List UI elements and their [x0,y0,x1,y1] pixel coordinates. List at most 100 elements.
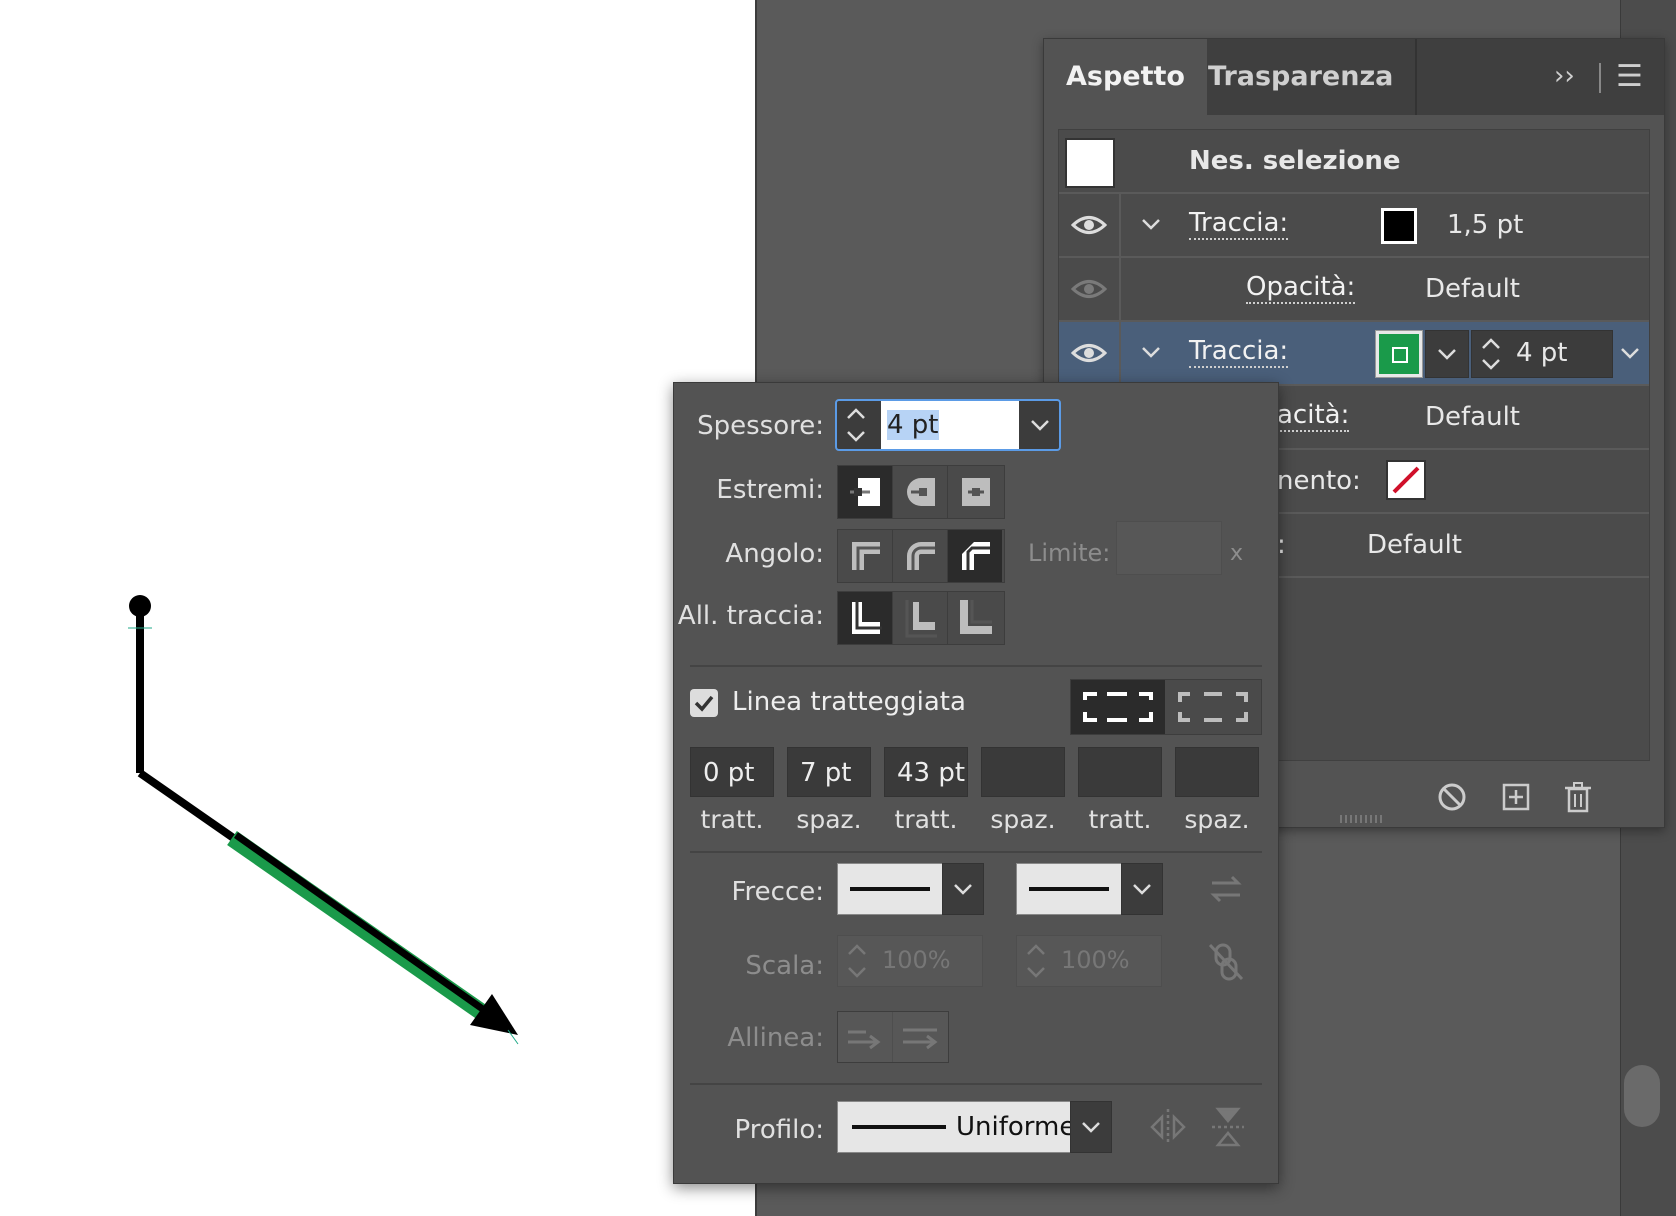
dashed-line-checkbox[interactable] [690,689,718,717]
weight-input[interactable]: 4 pt [881,401,1019,449]
arrow-tip-beyond-button[interactable] [838,1012,893,1062]
bevel-join-button[interactable] [948,530,1002,582]
dash-align-corners-icon [1178,692,1248,722]
dash-2-label: tratt. [894,805,958,834]
stroke-weight-stepper[interactable]: 4 pt [1471,330,1613,378]
flip-vertical-icon[interactable] [1208,1105,1248,1149]
align-inside-button[interactable] [893,592,948,644]
dash-preserve-icon [1083,692,1153,722]
opacity-value: Default [1425,274,1520,304]
round-cap-icon [907,478,935,506]
stroke-weight-input[interactable]: 4 pt [1516,338,1568,368]
dash-3-input[interactable] [1078,747,1162,797]
trash-icon[interactable] [1560,779,1596,815]
limit-label: Limite: [1028,539,1111,567]
end-scale-stepper[interactable]: 100% [1016,935,1162,987]
start-arrowhead-dropdown[interactable] [942,863,984,915]
round-cap-button[interactable] [893,466,948,518]
chevron-down-icon[interactable] [1023,405,1057,445]
resize-grip-icon[interactable] [1339,815,1387,823]
visibility-toggle[interactable] [1059,194,1121,256]
projecting-cap-button[interactable] [948,466,1002,518]
fill-none-swatch[interactable] [1386,460,1426,500]
dash-1-label: tratt. [700,805,764,834]
dash-alignment-group [1070,679,1262,735]
opacity-link[interactable]: acità: [1277,400,1350,432]
stroke-link[interactable]: Traccia: [1189,336,1289,368]
limit-input[interactable] [1116,521,1222,575]
butt-cap-button[interactable] [838,466,893,518]
align-center-button[interactable] [838,592,893,644]
chevron-down-icon[interactable] [1139,340,1163,364]
chevron-down-icon [1082,1122,1100,1133]
end-arrowhead-dropdown[interactable] [1121,863,1163,915]
align-center-icon [852,600,882,634]
weight-combo[interactable]: 4 pt [835,399,1061,451]
swatch-inner [1392,347,1408,363]
round-join-button[interactable] [893,530,948,582]
gap-2-label: spaz. [990,805,1056,834]
eye-icon[interactable] [1071,340,1107,366]
gap-2-input[interactable] [981,747,1065,797]
stroke-weight-value: 1,5 pt [1447,210,1524,240]
butt-cap-icon [850,478,880,506]
chevron-down-icon [954,884,972,895]
stroke-options-panel: Spessore: 4 pt Estremi: Angolo: Limite: [673,382,1279,1184]
profile-dropdown[interactable] [1070,1101,1112,1153]
stroke-color-swatch[interactable] [1375,330,1423,378]
bevel-join-icon [962,542,990,570]
align-arrows-label: Allinea: [727,1023,824,1053]
appearance-row-opacity-1[interactable]: Opacità: Default [1059,258,1649,322]
miter-join-button[interactable] [838,530,893,582]
gap-1-label: spaz. [796,805,862,834]
checkmark-icon [694,695,714,712]
clear-appearance-icon[interactable] [1434,779,1470,815]
collapse-panel-icon[interactable]: ›› [1554,61,1575,91]
end-arrowhead-select[interactable] [1016,863,1122,915]
align-stroke-button-group [837,591,1005,645]
align-arrows-group [837,1011,949,1063]
panel-tab-bar: Aspetto Trasparenza ›› ☰ [1044,39,1664,115]
opacity-value: Default [1425,402,1520,432]
flip-horizontal-icon[interactable] [1148,1105,1188,1149]
fill-label[interactable]: nento: [1277,466,1361,496]
eye-icon[interactable] [1071,212,1107,238]
appearance-row-stroke-1[interactable]: Traccia: 1,5 pt [1059,194,1649,258]
tab-aspetto[interactable]: Aspetto [1044,39,1207,115]
weight-dropdown[interactable] [1611,330,1649,376]
gap-1-input[interactable]: 7 pt [787,747,871,797]
stepper-arrows-icon[interactable] [1478,335,1504,373]
align-outside-button[interactable] [948,592,1002,644]
dash-align-corners-button[interactable] [1166,680,1260,734]
align-stroke-label: All. traccia: [677,601,824,631]
eye-icon[interactable] [1071,276,1107,302]
opacity-link[interactable]: Opacità: [1246,272,1356,304]
dash-1-input[interactable]: 0 pt [690,747,774,797]
swatch-dropdown[interactable] [1425,330,1469,378]
tab-trasparenza[interactable]: Trasparenza [1186,39,1418,115]
profile-select[interactable]: Uniforme [837,1101,1075,1153]
selection-row: Nes. selezione [1059,130,1649,194]
scrollbar-thumb[interactable] [1624,1065,1660,1127]
start-arrowhead-select[interactable] [837,863,943,915]
visibility-toggle[interactable] [1059,322,1121,384]
appearance-row-stroke-2[interactable]: Traccia: 4 pt [1059,322,1649,386]
panel-menu-icon[interactable]: ☰ [1616,59,1643,94]
gap-3-input[interactable] [1175,747,1259,797]
stroke-link[interactable]: Traccia: [1189,208,1289,240]
dash-2-input[interactable]: 43 pt [884,747,968,797]
swap-arrows-icon[interactable] [1206,869,1246,909]
stroke-color-swatch[interactable] [1381,208,1417,244]
dashed-line-label[interactable]: Linea tratteggiata [732,687,966,717]
visibility-toggle[interactable] [1059,258,1121,320]
dash-preserve-button[interactable] [1071,680,1165,734]
selection-label: Nes. selezione [1189,146,1401,176]
arrow-tip-at-end-button[interactable] [893,1012,947,1062]
duplicate-item-icon[interactable] [1498,779,1534,815]
stepper-arrows-icon [848,944,866,978]
artwork-path[interactable] [0,0,755,1216]
chevron-down-icon[interactable] [1139,212,1163,236]
link-scale-icon[interactable] [1204,939,1248,983]
stepper-arrows-icon[interactable] [843,405,869,445]
start-scale-stepper[interactable]: 100% [837,935,983,987]
